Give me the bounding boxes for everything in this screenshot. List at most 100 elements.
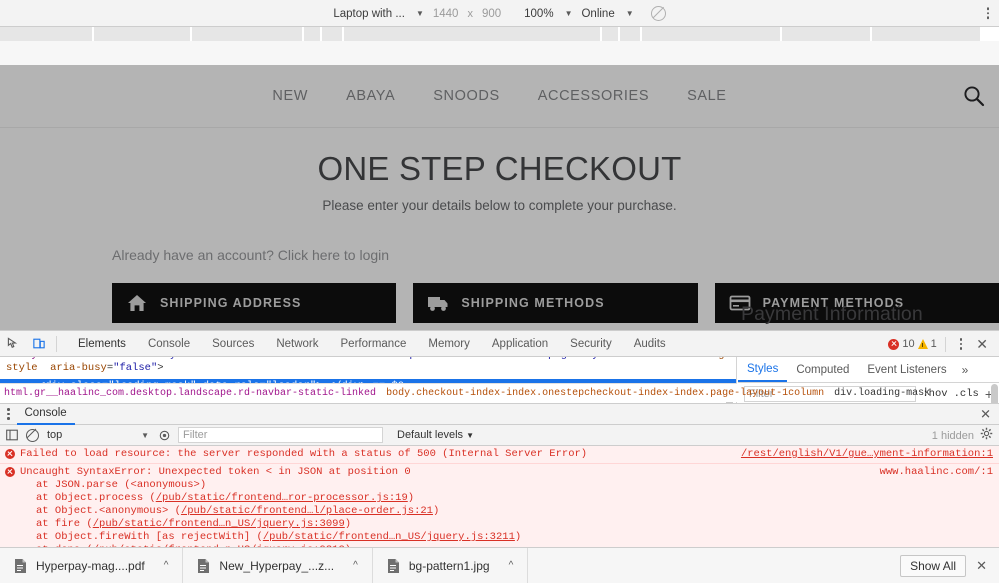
nav-item-abaya[interactable]: ABAYA <box>346 88 395 104</box>
close-downloads-bar-icon[interactable]: ✕ <box>976 559 987 572</box>
download-item-menu-caret-icon[interactable]: ^ <box>164 560 169 571</box>
network-throttling-selector[interactable]: Online <box>581 8 614 20</box>
home-icon <box>126 293 148 313</box>
breadcrumb-item-html[interactable]: html.gr__haalinc_com.desktop.landscape.r… <box>4 388 376 399</box>
toggle-device-toolbar-icon[interactable] <box>26 331 52 357</box>
dimension-separator: x <box>467 8 473 20</box>
truck-icon <box>427 293 449 313</box>
breadcrumb-item-div[interactable]: div.loading-mask <box>834 388 930 399</box>
stack-frame-3: at fire (/pub/static/frontend…n_US/jquer… <box>36 518 999 531</box>
drawer-more-icon[interactable] <box>0 408 17 420</box>
devtools-tab-security[interactable]: Security <box>559 331 623 357</box>
console-context-selector[interactable]: top ▼ <box>44 427 152 443</box>
no-throttling-icon[interactable] <box>651 6 666 21</box>
devtools-toolbar: ElementsConsoleSourcesNetworkPerformance… <box>0 331 999 357</box>
ruler-segment-7 <box>620 27 642 41</box>
viewport-height-input[interactable]: 900 <box>482 8 501 20</box>
download-item-menu-caret-icon[interactable]: ^ <box>353 560 358 571</box>
error-count-value: 10 <box>902 338 914 350</box>
devtools-tab-memory[interactable]: Memory <box>417 331 481 357</box>
console-hidden-count: 1 hidden <box>932 430 974 442</box>
step-shipping-methods[interactable]: SHIPPING METHODS <box>413 283 697 323</box>
close-devtools-icon[interactable]: ✕ <box>971 337 993 351</box>
download-item-0[interactable]: Hyperpay-mag....pdf ^ <box>0 548 183 583</box>
device-toolbar-kebab-menu-icon[interactable] <box>987 7 990 19</box>
download-item-menu-caret-icon[interactable]: ^ <box>509 560 514 571</box>
breadcrumb-item-body[interactable]: body.checkout-index-index.onestepcheckou… <box>386 388 824 399</box>
drawer-tab-console[interactable]: Console <box>17 404 75 425</box>
devtools-tab-network[interactable]: Network <box>265 331 329 357</box>
viewport-ruler-strip <box>0 27 999 41</box>
download-item-1[interactable]: New_Hyperpay_...z...^ <box>183 548 372 583</box>
stack-frame-1: at Object.process (/pub/static/frontend…… <box>36 492 999 505</box>
warning-count-badge[interactable]: 1 <box>918 338 937 350</box>
console-message-source-link[interactable]: /rest/english/V1/gue…yment-information:1 <box>741 448 993 460</box>
search-icon[interactable] <box>963 85 985 107</box>
ruler-segment-5 <box>344 27 602 41</box>
network-caret-icon[interactable]: ▼ <box>626 9 634 18</box>
page-subtitle: Please enter your details below to compl… <box>0 198 999 213</box>
stack-frame-link[interactable]: /pub/static/frontend…ror-processor.js:19 <box>156 492 408 504</box>
ruler-segment-4 <box>322 27 344 41</box>
devtools-tab-elements[interactable]: Elements <box>67 331 137 357</box>
console-drawer: Console ✕ top ▼ <box>0 403 999 554</box>
console-message-source-link[interactable]: www.haalinc.com/:1 <box>880 466 993 478</box>
step-shipping-address[interactable]: SHIPPING ADDRESS <box>112 283 396 323</box>
device-selector[interactable]: Laptop with ... <box>333 8 405 20</box>
nav-item-new[interactable]: NEW <box>272 88 308 104</box>
devtools-tab-sources[interactable]: Sources <box>201 331 265 357</box>
console-log-levels-selector[interactable]: Default levels ▼ <box>397 429 474 441</box>
clear-console-icon[interactable] <box>24 427 40 443</box>
stack-frame-link[interactable]: /pub/static/frontend…n_US/jquery.js:3211 <box>263 531 515 543</box>
toolbar-divider-2 <box>945 337 946 352</box>
console-toolbar: top ▼ Filter Default levels ▼ 1 hidden <box>0 425 999 446</box>
pdf-file-icon <box>14 558 27 574</box>
ruler-segment-0 <box>0 27 94 41</box>
error-icon <box>888 339 899 350</box>
stack-frame-4: at Object.fireWith [as rejectWith] (/pub… <box>36 531 999 544</box>
devtools-more-options-icon[interactable] <box>954 338 969 350</box>
show-all-downloads-button[interactable]: Show All <box>900 555 966 577</box>
drawer-tab-bar: Console ✕ <box>0 404 999 425</box>
nav-item-snoods[interactable]: SNOODS <box>433 88 499 104</box>
ruler-segment-2 <box>192 27 304 41</box>
inspect-element-icon[interactable] <box>0 331 26 357</box>
error-count-badge[interactable]: 10 <box>888 338 914 350</box>
console-messages: Failed to load resource: the server resp… <box>0 446 999 554</box>
device-selector-caret-icon[interactable]: ▼ <box>416 9 424 18</box>
styles-cls-button[interactable]: .cls <box>954 388 979 400</box>
step-shipping-address-label: SHIPPING ADDRESS <box>160 296 301 310</box>
styles-tab-computed[interactable]: Computed <box>787 357 858 382</box>
zoom-caret-icon[interactable]: ▼ <box>565 9 573 18</box>
console-sidebar-icon[interactable] <box>4 427 20 443</box>
devtools-tab-list: ElementsConsoleSourcesNetworkPerformance… <box>67 331 677 357</box>
device-emulation-toolbar: Laptop with ... ▼ 1440 x 900 100% ▼ Onli… <box>0 0 999 27</box>
ruler-segment-1 <box>94 27 192 41</box>
styles-tab-styles[interactable]: Styles <box>738 357 787 382</box>
dom-line-body-cont[interactable]: style aria-busy="false"> <box>0 362 736 375</box>
styles-tab-event-listeners[interactable]: Event Listeners <box>858 357 955 382</box>
close-drawer-icon[interactable]: ✕ <box>980 408 991 421</box>
nav-item-sale[interactable]: SALE <box>687 88 726 104</box>
devtools-tab-audits[interactable]: Audits <box>623 331 677 357</box>
download-item-name: Hyperpay-mag....pdf <box>36 559 145 573</box>
styles-more-tabs-icon[interactable]: » <box>956 363 975 377</box>
stack-frame-link[interactable]: /pub/static/frontend…l/place-order.js:21 <box>181 505 433 517</box>
login-prompt-link[interactable]: Already have an account? Click here to l… <box>112 247 999 263</box>
devtools-tab-console[interactable]: Console <box>137 331 201 357</box>
console-settings-icon[interactable] <box>980 427 993 445</box>
nav-item-accessories[interactable]: ACCESSORIES <box>538 88 649 104</box>
download-item-2[interactable]: bg-pattern1.jpg^ <box>373 548 528 583</box>
page-viewport: NEW ABAYA SNOODS ACCESSORIES SALE ONE ST… <box>0 65 999 330</box>
elements-breadcrumb: html.gr__haalinc_com.desktop.landscape.r… <box>0 383 737 402</box>
devtools-tab-performance[interactable]: Performance <box>330 331 418 357</box>
console-context-value: top <box>47 429 62 441</box>
ruler-segment-10 <box>872 27 982 41</box>
live-expression-icon[interactable] <box>156 427 172 443</box>
stack-frame-link[interactable]: /pub/static/frontend…n_US/jquery.js:3099 <box>93 518 345 530</box>
ruler-segment-6 <box>602 27 620 41</box>
zoom-selector[interactable]: 100% <box>524 8 553 20</box>
console-filter-input[interactable]: Filter <box>178 427 383 443</box>
devtools-tab-application[interactable]: Application <box>481 331 559 357</box>
viewport-width-input[interactable]: 1440 <box>433 8 459 20</box>
